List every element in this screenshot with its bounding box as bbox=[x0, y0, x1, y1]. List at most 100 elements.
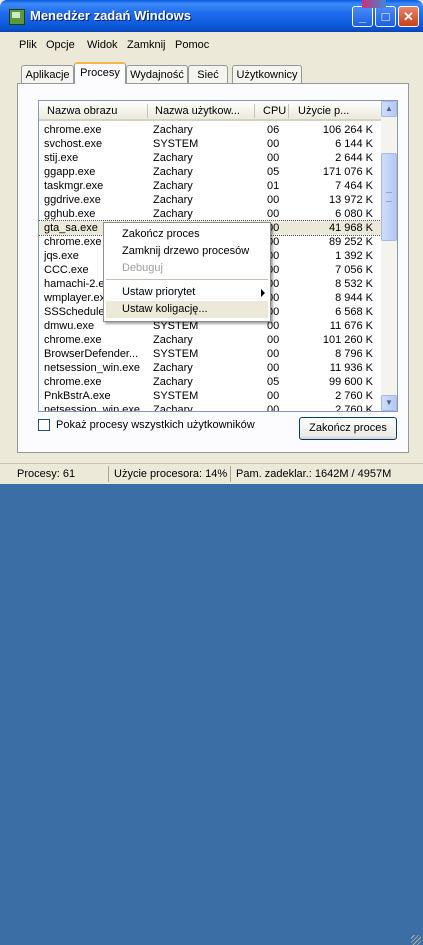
column-divider[interactable] bbox=[147, 104, 148, 118]
menu-zamknij[interactable]: Zamknij bbox=[127, 39, 166, 51]
column-header-image-name[interactable]: Nazwa obrazu bbox=[47, 105, 117, 117]
end-process-button[interactable]: Zakończ proces bbox=[299, 417, 397, 440]
table-row[interactable]: netsession_win.exe Zachary 00 11 936 K bbox=[39, 361, 383, 375]
cell-image-name: wmplayer.ex bbox=[44, 292, 106, 304]
menu-bar: Plik Opcje Widok Zamknij Pomoc bbox=[0, 35, 423, 55]
cell-memory: 8 796 K bbox=[335, 348, 373, 360]
submenu-arrow-icon bbox=[261, 289, 265, 297]
cell-image-name: BrowserDefender... bbox=[44, 348, 139, 360]
scroll-up-button[interactable]: ▲ bbox=[381, 101, 397, 117]
title-bar[interactable]: Menedżer zadań Windows _ □ ✕ bbox=[0, 0, 423, 32]
column-header-user-name[interactable]: Nazwa użytkow... bbox=[155, 105, 240, 117]
cell-cpu: 00 bbox=[267, 390, 280, 402]
table-row[interactable]: stij.exe Zachary 00 2 644 K bbox=[39, 151, 383, 165]
context-menu: Zakończ proces Zamknij drzewo procesów D… bbox=[103, 222, 271, 322]
maximize-button[interactable]: □ bbox=[375, 6, 396, 27]
process-list-header: Nazwa obrazu Nazwa użytkow... CPU Użycie… bbox=[39, 101, 383, 121]
status-process-count: Procesy: 61 bbox=[17, 468, 76, 480]
cell-memory: 6 144 K bbox=[335, 138, 373, 150]
table-row[interactable]: chrome.exe Zachary 00 101 260 K bbox=[39, 333, 383, 347]
column-divider[interactable] bbox=[254, 104, 255, 118]
table-row[interactable]: netsession_win.exe Zachary 00 2 760 K bbox=[39, 403, 383, 412]
cell-memory: 11 676 K bbox=[329, 320, 373, 332]
scroll-thumb[interactable] bbox=[381, 153, 397, 241]
cell-image-name: netsession_win.exe bbox=[44, 362, 141, 374]
table-row[interactable]: ggdrive.exe Zachary 00 13 972 K bbox=[39, 193, 383, 207]
table-row[interactable]: svchost.exe SYSTEM 00 6 144 K bbox=[39, 137, 383, 151]
cell-image-name: ggdrive.exe bbox=[44, 194, 101, 206]
cell-image-name: svchost.exe bbox=[44, 138, 103, 150]
cell-image-name: chrome.exe bbox=[44, 124, 102, 136]
context-end-process-tree[interactable]: Zamknij drzewo procesów bbox=[106, 243, 268, 260]
cell-cpu: 00 bbox=[267, 194, 280, 206]
cell-cpu: 06 bbox=[267, 124, 280, 136]
show-all-users-checkbox[interactable] bbox=[38, 419, 50, 431]
cell-image-name: CCC.exe bbox=[44, 264, 89, 276]
cell-memory: 106 264 K bbox=[322, 124, 373, 136]
cell-cpu: 00 bbox=[267, 362, 280, 374]
cell-image-name: SSScheduler bbox=[44, 306, 109, 318]
cell-image-name: chrome.exe bbox=[44, 376, 102, 388]
cell-memory: 1 392 K bbox=[335, 250, 373, 262]
cell-user-name: Zachary bbox=[153, 362, 193, 374]
cell-user-name: Zachary bbox=[153, 166, 193, 178]
cell-memory: 13 972 K bbox=[328, 194, 373, 206]
context-item-label: Ustaw priorytet bbox=[122, 286, 196, 298]
status-cpu-usage: Użycie procesora: 14% bbox=[114, 468, 228, 480]
table-row[interactable]: taskmgr.exe Zachary 01 7 464 K bbox=[39, 179, 383, 193]
context-set-affinity[interactable]: Ustaw koligację... bbox=[106, 301, 268, 318]
table-row[interactable]: PnkBstrA.exe SYSTEM 00 2 760 K bbox=[39, 389, 383, 403]
window-title: Menedżer zadań Windows bbox=[30, 8, 191, 23]
column-header-cpu[interactable]: CPU bbox=[263, 105, 286, 117]
cell-memory: 7 056 K bbox=[335, 264, 373, 276]
tab-uzytkownicy[interactable]: Użytkownicy bbox=[232, 65, 302, 83]
cell-memory: 89 252 K bbox=[328, 236, 373, 248]
context-separator bbox=[106, 279, 268, 280]
context-end-process[interactable]: Zakończ proces bbox=[106, 226, 268, 243]
cell-memory: 101 260 K bbox=[322, 334, 373, 346]
cell-user-name: SYSTEM bbox=[153, 138, 199, 150]
context-item-label: Debuguj bbox=[122, 262, 163, 274]
context-set-priority[interactable]: Ustaw priorytet bbox=[106, 284, 268, 301]
table-row[interactable]: chrome.exe Zachary 05 99 600 K bbox=[39, 375, 383, 389]
cell-cpu: 00 bbox=[267, 348, 280, 360]
table-row[interactable]: gghub.exe Zachary 00 6 080 K bbox=[39, 207, 383, 221]
table-row[interactable]: ggapp.exe Zachary 05 171 076 K bbox=[39, 165, 383, 179]
menu-opcje[interactable]: Opcje bbox=[46, 39, 75, 51]
cell-memory: 11 936 K bbox=[329, 362, 373, 374]
column-divider[interactable] bbox=[288, 104, 289, 118]
vertical-scrollbar[interactable]: ▲ ▼ bbox=[381, 101, 397, 411]
tab-procesy[interactable]: Procesy bbox=[74, 62, 126, 84]
table-row[interactable]: chrome.exe Zachary 06 106 264 K bbox=[39, 123, 383, 137]
tab-siec[interactable]: Sieć bbox=[188, 65, 228, 83]
menu-pomoc[interactable]: Pomoc bbox=[175, 39, 209, 51]
cell-user-name: SYSTEM bbox=[153, 390, 199, 402]
cell-image-name: chrome.exe bbox=[44, 334, 102, 346]
menu-widok[interactable]: Widok bbox=[87, 39, 118, 51]
cell-image-name: gta_sa.exe bbox=[44, 222, 98, 234]
table-row[interactable]: BrowserDefender... SYSTEM 00 8 796 K bbox=[39, 347, 383, 361]
context-item-label: Ustaw koligację... bbox=[122, 303, 208, 315]
tab-aplikacje[interactable]: Aplikacje bbox=[21, 65, 74, 83]
minimize-button[interactable]: _ bbox=[352, 6, 373, 27]
cell-image-name: netsession_win.exe bbox=[44, 404, 141, 412]
cell-cpu: 01 bbox=[267, 180, 280, 192]
cell-user-name: Zachary bbox=[153, 376, 193, 388]
resize-grip[interactable] bbox=[411, 935, 421, 945]
context-item-label: Zakończ proces bbox=[122, 228, 200, 240]
status-divider bbox=[230, 466, 231, 482]
column-header-memory[interactable]: Użycie p... bbox=[298, 105, 349, 117]
cell-user-name: Zachary bbox=[153, 124, 193, 136]
context-debug: Debuguj bbox=[106, 260, 268, 277]
scroll-down-button[interactable]: ▼ bbox=[381, 395, 397, 411]
cell-user-name: Zachary bbox=[153, 404, 193, 412]
cell-memory: 99 600 K bbox=[328, 376, 373, 388]
cell-memory: 2 760 K bbox=[335, 390, 373, 402]
cell-memory: 6 080 K bbox=[335, 208, 373, 220]
tab-wydajnosc[interactable]: Wydajność bbox=[126, 65, 188, 83]
cell-image-name: stij.exe bbox=[44, 152, 79, 164]
close-button[interactable]: ✕ bbox=[398, 6, 419, 27]
menu-plik[interactable]: Plik bbox=[19, 39, 37, 51]
cell-image-name: chrome.exe bbox=[44, 236, 102, 248]
cell-cpu: 00 bbox=[267, 152, 280, 164]
